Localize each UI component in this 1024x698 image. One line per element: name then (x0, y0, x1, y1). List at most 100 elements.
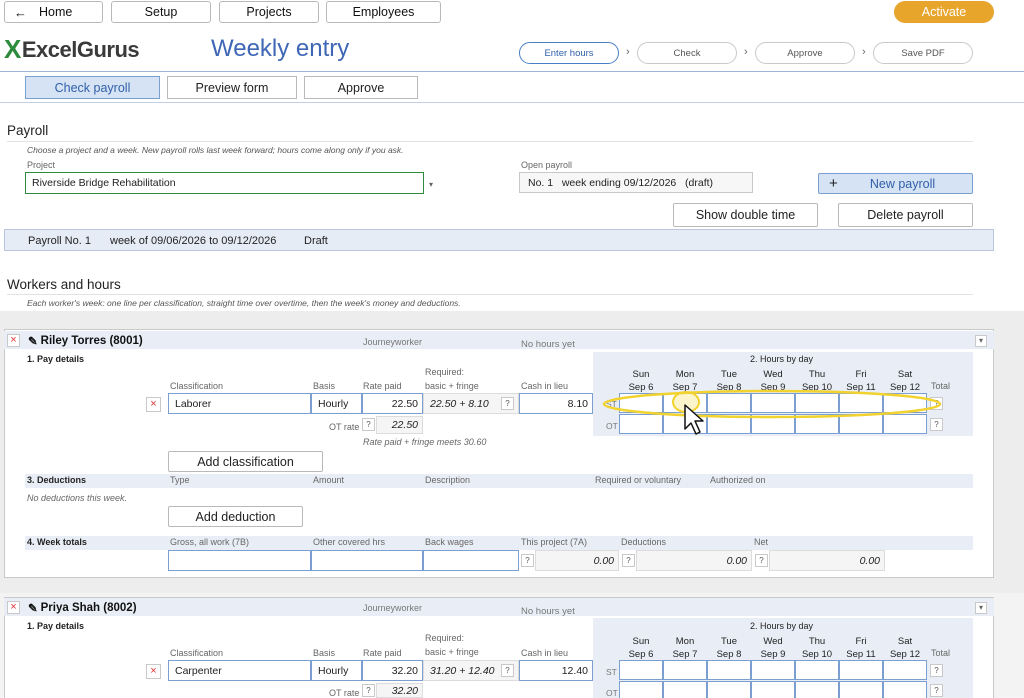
workers-hint: Each worker's week: one line per classif… (27, 298, 461, 308)
step-enter-hours[interactable]: Enter hours (519, 42, 619, 64)
remove-classification-close-icon[interactable]: × (146, 397, 161, 412)
st-hours-wed[interactable] (751, 660, 795, 680)
project-select[interactable]: Riverside Bridge Rehabilitation (25, 172, 424, 194)
day-name: Mon (675, 369, 695, 380)
net-help[interactable]: ? (755, 554, 768, 567)
st-hours-tue[interactable] (707, 660, 751, 680)
day-name: Sun (632, 636, 650, 647)
required-help-button[interactable]: ? (501, 397, 514, 410)
step-save-pdf[interactable]: Save PDF (873, 42, 973, 64)
cash-in-lieu-field[interactable]: 8.10 (519, 393, 593, 414)
pencil-icon[interactable]: ✎ (28, 601, 38, 615)
st-hours-fri[interactable] (839, 660, 883, 680)
activate-button[interactable]: Activate (894, 1, 994, 23)
add-classification-button[interactable]: Add classification (168, 451, 323, 472)
day-header-thu: Thu Sep 10 (795, 635, 839, 661)
day-name: Wed (763, 369, 783, 380)
tab-approve[interactable]: Approve (304, 76, 418, 99)
employees-button[interactable]: Employees (326, 1, 441, 23)
st-hours-sun[interactable] (619, 660, 663, 680)
ot-hours-mon[interactable] (663, 681, 707, 698)
col-classification: Classification (170, 648, 224, 658)
step-approve[interactable]: Approve (755, 42, 855, 64)
other-hrs-field[interactable] (311, 550, 423, 571)
rate-paid-field[interactable]: 22.50 (362, 393, 423, 414)
tab-check-payroll[interactable]: Check payroll (25, 76, 160, 99)
classification-field[interactable]: Laborer (168, 393, 311, 414)
setup-button[interactable]: Setup (111, 1, 211, 23)
col-basic-fringe: basic + fringe (425, 381, 479, 391)
payroll-state: Draft (304, 235, 328, 247)
basis-field[interactable]: Hourly (311, 660, 362, 681)
pay-details-label: 1. Pay details (27, 354, 85, 364)
tab-preview-form[interactable]: Preview form (167, 76, 297, 99)
ot-hours-thu[interactable] (795, 681, 839, 698)
chevron-right-icon: › (744, 46, 748, 58)
remove-classification-close-icon[interactable]: × (146, 664, 161, 679)
rate-paid-field[interactable]: 32.20 (362, 660, 423, 681)
pencil-icon[interactable]: ✎ (28, 334, 38, 348)
required-help-button[interactable]: ? (501, 664, 514, 677)
ot-hours-tue[interactable] (707, 681, 751, 698)
ot-rate-label: OT rate (329, 422, 360, 432)
ot-hours-sun[interactable] (619, 681, 663, 698)
st-hours-sat[interactable] (883, 660, 927, 680)
delete-payroll-button[interactable]: Delete payroll (838, 203, 973, 227)
this-project-help[interactable]: ? (521, 554, 534, 567)
ot-hours-sat[interactable] (883, 681, 927, 698)
ot-rate-help[interactable]: ? (362, 418, 375, 431)
day-name: Tue (720, 636, 738, 647)
day-header-fri: Fri Sep 11 (839, 635, 883, 661)
day-header-mon: Mon Sep 7 (663, 635, 707, 661)
gross-field[interactable] (168, 550, 311, 571)
rate-note: Rate paid + fringe meets 30.60 (363, 437, 487, 447)
basis-field[interactable]: Hourly (311, 393, 362, 414)
st-hours-mon[interactable] (663, 660, 707, 680)
tabs-divider (0, 102, 1024, 103)
col-basis: Basis (313, 648, 336, 658)
ot-rate-help[interactable]: ? (362, 684, 375, 697)
worker-name-text: Riley Torres (8001) (40, 335, 143, 347)
home-button[interactable]: ← Home (4, 1, 103, 23)
project-value: Riverside Bridge Rehabilitation (32, 177, 176, 189)
pay-details-label: 1. Pay details (27, 621, 85, 631)
col-deductions: Deductions (621, 537, 667, 547)
chevron-down-icon[interactable]: ▾ (975, 335, 987, 347)
worker-name-text: Priya Shah (8002) (40, 602, 137, 614)
chevron-down-icon[interactable]: ▾ (425, 180, 437, 192)
worker-trade: Journeyworker (363, 337, 423, 347)
ot-hours-fri[interactable] (839, 681, 883, 698)
open-payroll-label: Open payroll (521, 160, 573, 170)
classification-field[interactable]: Carpenter (168, 660, 311, 681)
add-deduction-button[interactable]: Add deduction (168, 506, 303, 527)
st-hours-thu[interactable] (795, 660, 839, 680)
chevron-right-icon: › (626, 46, 630, 58)
ot-total-help[interactable]: ? (930, 684, 943, 697)
new-payroll-button[interactable]: + New payroll (818, 173, 973, 194)
ot-hours-wed[interactable] (751, 681, 795, 698)
remove-worker-close-icon[interactable]: × (7, 601, 20, 614)
back-wages-field[interactable] (423, 550, 519, 571)
remove-worker-close-icon[interactable]: × (7, 334, 20, 347)
col-amount: Amount (313, 475, 345, 485)
day-name: Fri (855, 369, 867, 380)
day-name: Mon (675, 636, 695, 647)
logo-mark: X (4, 34, 21, 64)
col-rate-paid: Rate paid (363, 648, 402, 658)
logo-text: ExcelGurus (21, 36, 140, 62)
st-total-help[interactable]: ? (930, 664, 943, 677)
cash-in-lieu-field[interactable]: 12.40 (519, 660, 593, 681)
deductions-header: 3. Deductions Type Amount Description Re… (25, 474, 973, 488)
show-double-time-button[interactable]: Show double time (673, 203, 818, 227)
excelgurus-logo: X ExcelGurus (4, 34, 140, 65)
deductions-help[interactable]: ? (622, 554, 635, 567)
day-name: Sat (897, 636, 913, 647)
day-name: Thu (808, 636, 826, 647)
open-payroll-field: No. 1 week ending 09/12/2026 (draft) (519, 172, 753, 193)
worker-hours-status: No hours yet (521, 606, 575, 617)
day-name: Wed (763, 636, 783, 647)
chevron-down-icon[interactable]: ▾ (975, 602, 987, 614)
projects-button[interactable]: Projects (219, 1, 319, 23)
step-check[interactable]: Check (637, 42, 737, 64)
plus-icon: + (829, 175, 838, 192)
